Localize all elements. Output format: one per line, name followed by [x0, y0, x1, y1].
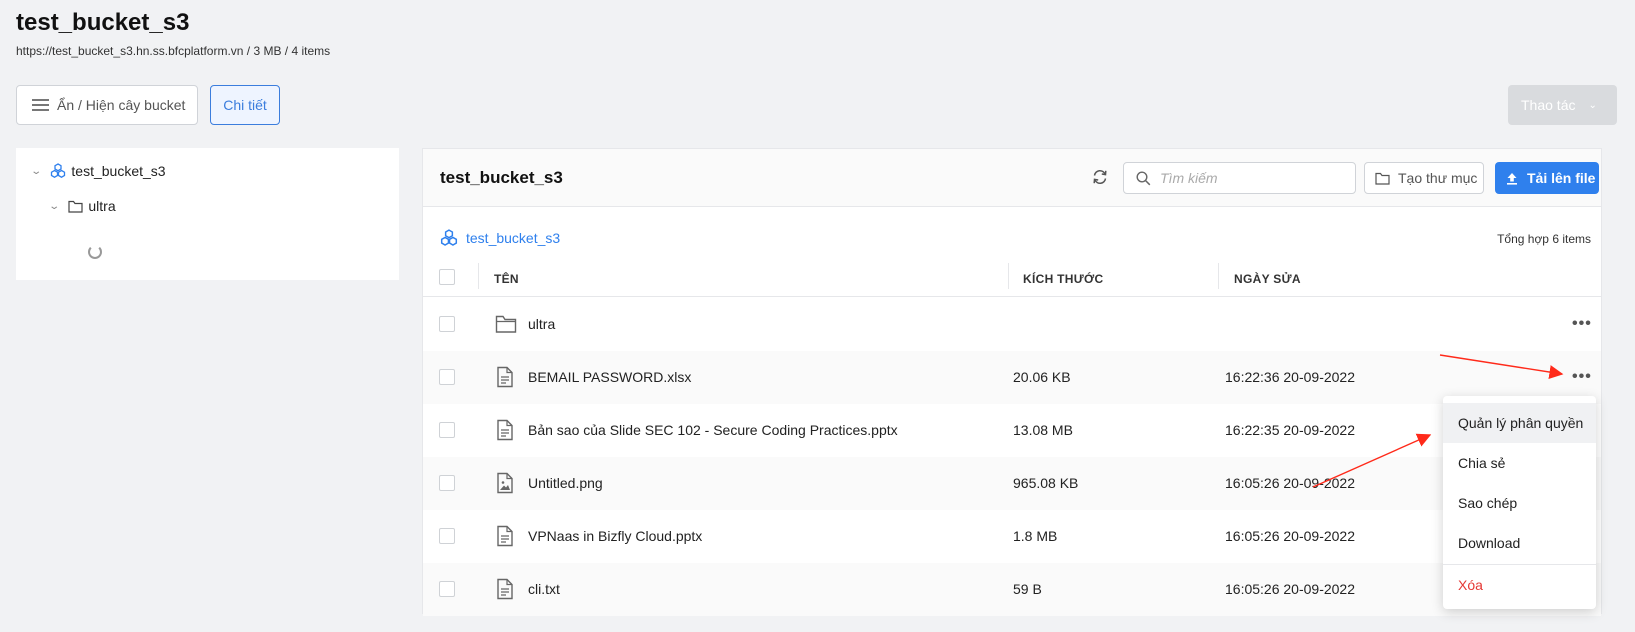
page-subtitle: https://test_bucket_s3.hn.ss.bfcplatform…	[16, 44, 331, 58]
file-icon	[497, 366, 513, 388]
new-folder-button[interactable]: Tạo thư mục	[1364, 162, 1484, 194]
file-icon	[497, 578, 513, 600]
menu-item-permissions[interactable]: Quản lý phân quyền	[1443, 403, 1596, 443]
file-browser-header: test_bucket_s3 Tạo thư mục	[423, 149, 1601, 207]
row-checkbox[interactable]	[439, 316, 455, 332]
tree-node-ultra[interactable]: ⌄ ultra	[48, 198, 116, 214]
tree-root-label: test_bucket_s3	[71, 163, 166, 179]
upload-button[interactable]: Tải lên file	[1495, 162, 1599, 194]
file-icon	[497, 525, 513, 547]
file-name[interactable]: Bản sao của Slide SEC 102 - Secure Codin…	[528, 422, 898, 438]
action-dropdown[interactable]: Thao tác ⌄	[1508, 85, 1617, 125]
column-name[interactable]: TÊN	[494, 272, 519, 286]
search-input[interactable]	[1160, 170, 1350, 186]
action-label: Thao tác	[1521, 97, 1576, 113]
file-name[interactable]: ultra	[528, 316, 555, 332]
bucket-icon	[51, 163, 66, 178]
page-title: test_bucket_s3	[16, 9, 190, 36]
row-checkbox[interactable]	[439, 422, 455, 438]
bucket-title: test_bucket_s3	[440, 168, 563, 187]
context-menu: Quản lý phân quyền Chia sẻ Sao chép Down…	[1443, 396, 1596, 609]
table-row[interactable]: BEMAIL PASSWORD.xlsx 20.06 KB 16:22:36 2…	[423, 351, 1601, 404]
toggle-tree-button[interactable]: Ẩn / Hiện cây bucket	[16, 85, 198, 125]
select-all-checkbox[interactable]	[439, 269, 455, 285]
new-folder-label: Tạo thư mục	[1398, 170, 1478, 186]
breadcrumb[interactable]: test_bucket_s3	[440, 229, 560, 247]
tree-node-root[interactable]: ⌄ test_bucket_s3	[30, 163, 166, 179]
menu-item-share[interactable]: Chia sẻ	[1443, 443, 1596, 483]
menu-item-delete[interactable]: Xóa	[1443, 565, 1596, 605]
caret-down-icon[interactable]: ⌄	[48, 201, 60, 212]
column-modified[interactable]: NGÀY SỬA	[1234, 272, 1301, 286]
row-checkbox[interactable]	[439, 581, 455, 597]
folder-icon	[495, 315, 517, 333]
file-icon	[497, 419, 513, 441]
file-name[interactable]: VPNaas in Bizfly Cloud.pptx	[528, 528, 702, 544]
loading-spinner-icon	[88, 245, 102, 259]
total-count: Tổng hợp 6 items	[1497, 232, 1591, 246]
table-header: TÊN KÍCH THƯỚC NGÀY SỬA	[423, 258, 1601, 297]
file-name[interactable]: cli.txt	[528, 581, 560, 597]
table-row[interactable]: cli.txt 59 B 16:05:26 20-09-2022	[423, 563, 1601, 616]
file-name[interactable]: Untitled.png	[528, 475, 603, 491]
file-name[interactable]: BEMAIL PASSWORD.xlsx	[528, 369, 691, 385]
table-row[interactable]: Untitled.png 965.08 KB 16:05:26 20-09-20…	[423, 457, 1601, 510]
breadcrumb-label: test_bucket_s3	[466, 230, 561, 246]
row-checkbox[interactable]	[439, 369, 455, 385]
folder-icon	[68, 200, 83, 213]
row-checkbox[interactable]	[439, 475, 455, 491]
table-row[interactable]: ultra •••	[423, 298, 1601, 351]
bucket-tree: ⌄ test_bucket_s3 ⌄ ultra	[16, 148, 399, 280]
column-size[interactable]: KÍCH THƯỚC	[1023, 272, 1104, 286]
search-icon	[1136, 170, 1151, 185]
table-row[interactable]: Bản sao của Slide SEC 102 - Secure Codin…	[423, 404, 1601, 457]
file-size: 20.06 KB	[1013, 369, 1071, 385]
caret-down-icon[interactable]: ⌄	[30, 166, 42, 177]
folder-icon	[1375, 172, 1390, 185]
file-size: 965.08 KB	[1013, 475, 1079, 491]
table-row[interactable]: VPNaas in Bizfly Cloud.pptx 1.8 MB 16:05…	[423, 510, 1601, 563]
more-actions-icon[interactable]: •••	[1572, 315, 1592, 333]
file-browser: test_bucket_s3 Tạo thư mục	[422, 148, 1602, 616]
chevron-down-icon: ⌄	[1588, 99, 1597, 111]
search-field[interactable]	[1123, 162, 1356, 194]
file-size: 1.8 MB	[1013, 528, 1058, 544]
file-date: 16:05:26 20-09-2022	[1225, 581, 1355, 597]
menu-item-download[interactable]: Download	[1443, 523, 1596, 563]
refresh-icon[interactable]	[1090, 167, 1110, 187]
upload-icon	[1507, 172, 1517, 185]
upload-label: Tải lên file	[1527, 170, 1596, 186]
detail-button[interactable]: Chi tiết	[210, 85, 280, 125]
file-date: 16:22:35 20-09-2022	[1225, 422, 1355, 438]
tree-child-label: ultra	[88, 198, 116, 214]
menu-icon	[32, 96, 49, 114]
image-file-icon	[497, 472, 513, 494]
bucket-icon	[440, 229, 458, 246]
file-size: 13.08 MB	[1013, 422, 1073, 438]
more-actions-icon[interactable]: •••	[1572, 368, 1592, 386]
file-date: 16:22:36 20-09-2022	[1225, 369, 1355, 385]
row-checkbox[interactable]	[439, 528, 455, 544]
menu-item-copy[interactable]: Sao chép	[1443, 483, 1596, 523]
file-size: 59 B	[1013, 581, 1042, 597]
file-date: 16:05:26 20-09-2022	[1225, 475, 1355, 491]
toggle-tree-label: Ẩn / Hiện cây bucket	[57, 97, 186, 113]
file-date: 16:05:26 20-09-2022	[1225, 528, 1355, 544]
